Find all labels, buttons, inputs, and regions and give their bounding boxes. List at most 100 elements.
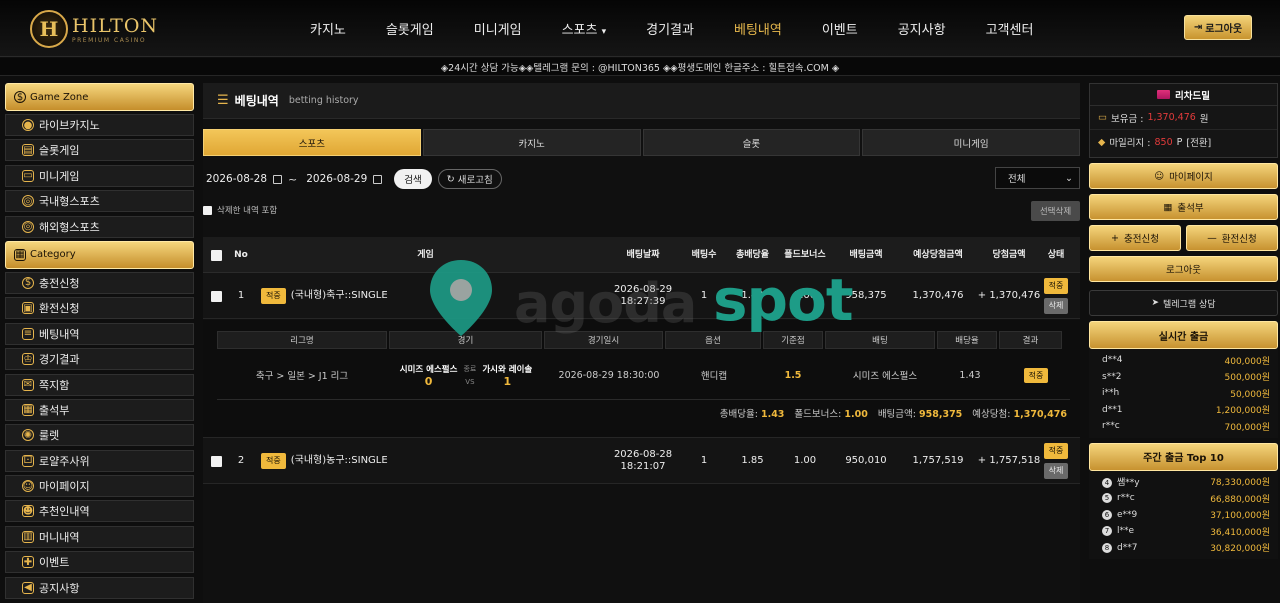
refresh-button[interactable]: ↻ 새로고침 xyxy=(437,169,502,189)
sidebar-item-inbox[interactable]: ✉ 쪽지함 xyxy=(5,373,194,396)
date-to-input[interactable]: 2026-08-29 xyxy=(303,173,383,185)
detail-pick: 시미즈 에스펄스 xyxy=(852,371,918,382)
table-row[interactable]: 1 적중 (국내형)축구::SINGLE 2026-08-29 18:27:39 1… xyxy=(203,273,1080,319)
sidebar-item-domestic-sports[interactable]: ◎ 국내형스포츠 xyxy=(5,190,194,213)
search-button[interactable]: 검색 xyxy=(394,169,432,189)
tab-sports[interactable]: 스포츠 xyxy=(203,129,421,156)
date-separator: ~ xyxy=(288,172,298,186)
include-deleted-label: 삭제한 내역 포함 xyxy=(217,206,278,216)
row-date-day: 2026-08-28 xyxy=(613,449,673,460)
document-icon: ≡ xyxy=(22,327,34,340)
tab-slot[interactable]: 슬롯 xyxy=(642,129,861,156)
detail-column-pick: 배팅 xyxy=(825,331,935,349)
filter-select[interactable]: 전체 ⌄ xyxy=(995,167,1080,189)
mypage-label: 마이페이지 xyxy=(1169,172,1213,183)
mypage-button[interactable]: ☺ 마이페이지 xyxy=(1089,163,1278,189)
sidebar-item-label: 마이페이지 xyxy=(39,480,90,494)
sidebar-item-withdraw[interactable]: ▣ 환전신청 xyxy=(5,297,194,320)
nav-casino[interactable]: 카지노 xyxy=(310,19,346,38)
select-all-checkbox[interactable] xyxy=(210,249,222,261)
row-amount: 950,010 xyxy=(845,455,887,466)
list-item: d**4 400,000원 xyxy=(1089,352,1278,369)
tab-minigame[interactable]: 미니게임 xyxy=(862,129,1080,156)
main-nav: 카지노 슬롯게임 미니게임 스포츠 ▾ 경기결과 베팅내역 이벤트 공지사항 고… xyxy=(290,0,1053,57)
attendance-label: 출석부 xyxy=(1177,203,1204,214)
sidebar-item-mini[interactable]: ▭ 미니게임 xyxy=(5,164,194,187)
withdraw-button[interactable]: — 환전신청 xyxy=(1186,225,1278,251)
nav-mini[interactable]: 미니게임 xyxy=(474,19,522,38)
nav-support[interactable]: 고객센터 xyxy=(986,19,1034,38)
vs-label: VS xyxy=(465,378,475,386)
delete-selected-button[interactable]: 선택삭제 xyxy=(1031,201,1080,221)
nav-sports[interactable]: 스포츠 ▾ xyxy=(562,19,607,38)
list-user: r**c xyxy=(1117,493,1135,504)
nav-bet-history[interactable]: 베팅내역 xyxy=(734,19,782,38)
logo-badge: H xyxy=(30,10,68,48)
list-user: d**7 xyxy=(1117,542,1138,553)
sidebar-item-live-casino[interactable]: ● 라이브카지노 xyxy=(5,114,194,136)
game-zone-label: Game Zone xyxy=(30,91,89,103)
minus-icon: — xyxy=(1207,232,1217,244)
sidebar-item-attendance[interactable]: ▦ 출석부 xyxy=(5,398,194,421)
user-icon: ☺ xyxy=(22,480,34,493)
balance-label: 보유금 : xyxy=(1110,113,1144,125)
nav-notice[interactable]: 공지사항 xyxy=(898,19,946,38)
row-checkbox[interactable] xyxy=(210,290,222,302)
row-checkbox[interactable] xyxy=(210,455,222,467)
calendar-icon xyxy=(373,174,383,184)
refresh-label: 새로고침 xyxy=(457,175,493,186)
sidebar-item-deposit[interactable]: $ 충전신청 xyxy=(5,271,194,294)
row-game: 적중 (국내형)농구::SINGLE xyxy=(261,438,601,484)
summary-bonus: 1.00 xyxy=(844,409,868,420)
nav-event[interactable]: 이벤트 xyxy=(822,19,858,38)
summary-amount: 958,375 xyxy=(919,409,963,420)
sidebar-item-bet-history[interactable]: ≡ 베팅내역 xyxy=(5,322,194,345)
summary-amount-label: 배팅금액: xyxy=(877,409,916,420)
sidebar-item-label: 머니내역 xyxy=(39,530,80,544)
list-check-icon: ☰ xyxy=(217,93,229,108)
checkbox[interactable] xyxy=(203,205,212,215)
list-item: 5 r**c 66,880,000원 xyxy=(1089,490,1278,507)
column-header-expected: 예상당첨금액 xyxy=(913,249,963,260)
sidebar-item-referral[interactable]: ☻ 추천인내역 xyxy=(5,500,194,523)
sidebar-item-royal-dice[interactable]: ⚀ 로얄주사위 xyxy=(5,449,194,472)
sidebar-item-overseas-sports[interactable]: ◎ 해외형스포츠 xyxy=(5,215,194,238)
page-title: 베팅내역 xyxy=(234,94,279,108)
list-user: e**9 xyxy=(1117,509,1138,520)
row-delete-button[interactable]: 삭제 xyxy=(1043,463,1069,479)
sidebar-item-slot[interactable]: ▤ 슬롯게임 xyxy=(5,139,194,162)
attendance-button[interactable]: ▦ 출석부 xyxy=(1089,194,1278,220)
sidebar-item-money-history[interactable]: ▥ 머니내역 xyxy=(5,525,194,548)
list-user: i**h xyxy=(1102,388,1120,399)
row-game: 적중 (국내형)축구::SINGLE xyxy=(261,273,601,319)
diamond-icon: ◆ xyxy=(1098,136,1106,148)
convert-mileage-button[interactable]: [전환] xyxy=(1186,135,1211,149)
tab-casino[interactable]: 카지노 xyxy=(422,129,641,156)
table-row[interactable]: 2 적중 (국내형)농구::SINGLE 2026-08-28 18:21:07 1… xyxy=(203,438,1080,484)
column-header-no: No xyxy=(234,249,248,260)
logout-button[interactable]: 로그아웃 xyxy=(1089,256,1278,282)
sidebar-item-label: 쪽지함 xyxy=(39,378,70,392)
deposit-button[interactable]: + 충전신청 xyxy=(1089,225,1181,251)
list-amount: 78,330,000원 xyxy=(1210,478,1270,489)
sidebar-item-mypage[interactable]: ☺ 마이페이지 xyxy=(5,475,194,498)
row-expected: 1,370,476 xyxy=(912,290,964,301)
include-deleted-checkbox[interactable]: 삭제한 내역 포함 xyxy=(203,204,277,216)
nav-results[interactable]: 경기결과 xyxy=(646,19,694,38)
list-item: r**c 700,000원 xyxy=(1089,418,1278,435)
notice-ticker: ◈24시간 상담 가능◈◈텔레그램 문의 : @HILTON365 ◈◈평생도메… xyxy=(0,58,1280,76)
date-from-input[interactable]: 2026-08-28 xyxy=(203,173,283,185)
nav-slot[interactable]: 슬롯게임 xyxy=(386,19,434,38)
detail-column-odds: 배당율 xyxy=(937,331,997,349)
sidebar-item-results[interactable]: ♔ 경기결과 xyxy=(5,348,194,371)
sidebar-item-label: 룰렛 xyxy=(39,429,60,443)
user-header: 리차드밀 xyxy=(1090,84,1277,106)
sidebar-item-notice[interactable]: ◀ 공지사항 xyxy=(5,576,194,599)
page-subtitle: betting history xyxy=(288,95,359,106)
sidebar-item-roulette[interactable]: ✺ 룰렛 xyxy=(5,424,194,447)
logout-button-top[interactable]: ⇥ 로그아웃 xyxy=(1184,15,1252,40)
telegram-button[interactable]: ➤ 텔레그램 상담 xyxy=(1089,290,1278,316)
sidebar-item-event[interactable]: ✚ 이벤트 xyxy=(5,551,194,574)
row-delete-button[interactable]: 삭제 xyxy=(1043,298,1069,314)
hilton-logo[interactable]: H HILTON PREMIUM CASINO xyxy=(30,6,160,52)
